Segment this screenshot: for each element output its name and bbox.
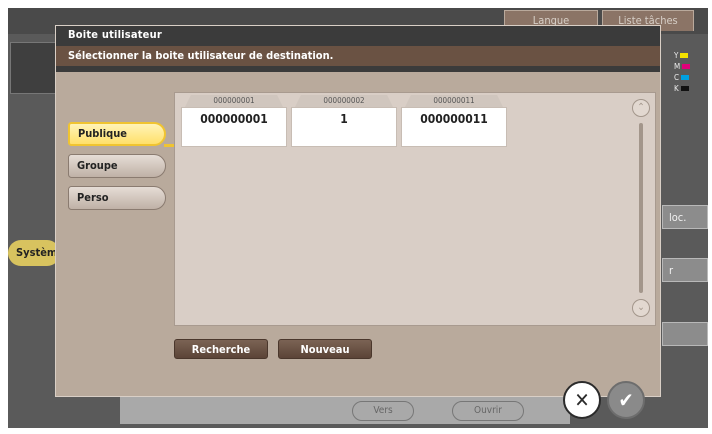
category-perso[interactable]: Perso <box>68 186 166 210</box>
user-box-item[interactable]: 000000001 000000001 <box>181 95 287 151</box>
user-box-item[interactable]: 000000011 000000011 <box>401 95 507 151</box>
scroll-down-icon[interactable]: ⌄ <box>632 299 650 317</box>
user-box-list: 000000001 000000001 000000002 1 00000001… <box>174 92 656 326</box>
box-number: 000000001 <box>185 95 283 107</box>
scroll-up-icon[interactable]: ⌃ <box>632 99 650 117</box>
dialog-title: Boite utilisateur <box>68 28 162 41</box>
right-side-button-3[interactable] <box>662 322 708 346</box>
user-box-dialog: Boite utilisateur Sélectionner la boite … <box>56 26 660 419</box>
check-icon: ✔ <box>618 388 634 412</box>
print-icon[interactable] <box>10 42 56 94</box>
background-bottom-button-1[interactable]: Vers <box>352 401 414 421</box>
search-button[interactable]: Recherche <box>174 339 268 359</box>
dialog-subtitle: Sélectionner la boite utilisateur de des… <box>56 46 660 66</box>
background-bottom-button-2[interactable]: Ouvrir <box>452 401 524 421</box>
box-name: 1 <box>291 107 397 147</box>
user-box-item[interactable]: 000000002 1 <box>291 95 397 151</box>
close-icon: ✕ <box>574 388 590 412</box>
category-groupe[interactable]: Groupe <box>68 154 166 178</box>
close-button[interactable]: ✕ <box>563 381 601 419</box>
right-side-button-2[interactable]: r <box>662 258 708 282</box>
ok-button[interactable]: ✔ <box>607 381 645 419</box>
scrollbar[interactable]: ⌃ ⌄ <box>630 93 652 323</box>
right-side-button-1[interactable]: loc. <box>662 205 708 229</box>
toner-level-indicator: Y M C K <box>674 50 694 96</box>
box-name: 000000011 <box>401 107 507 147</box>
system-button[interactable]: Systèm <box>8 240 60 266</box>
box-number: 000000002 <box>295 95 393 107</box>
scroll-thumb[interactable] <box>639 123 643 293</box>
box-number: 000000011 <box>405 95 503 107</box>
box-name: 000000001 <box>181 107 287 147</box>
new-box-button[interactable]: Nouveau <box>278 339 372 359</box>
category-publique[interactable]: Publique <box>68 122 166 146</box>
dialog-header: Boite utilisateur Sélectionner la boite … <box>56 26 660 72</box>
